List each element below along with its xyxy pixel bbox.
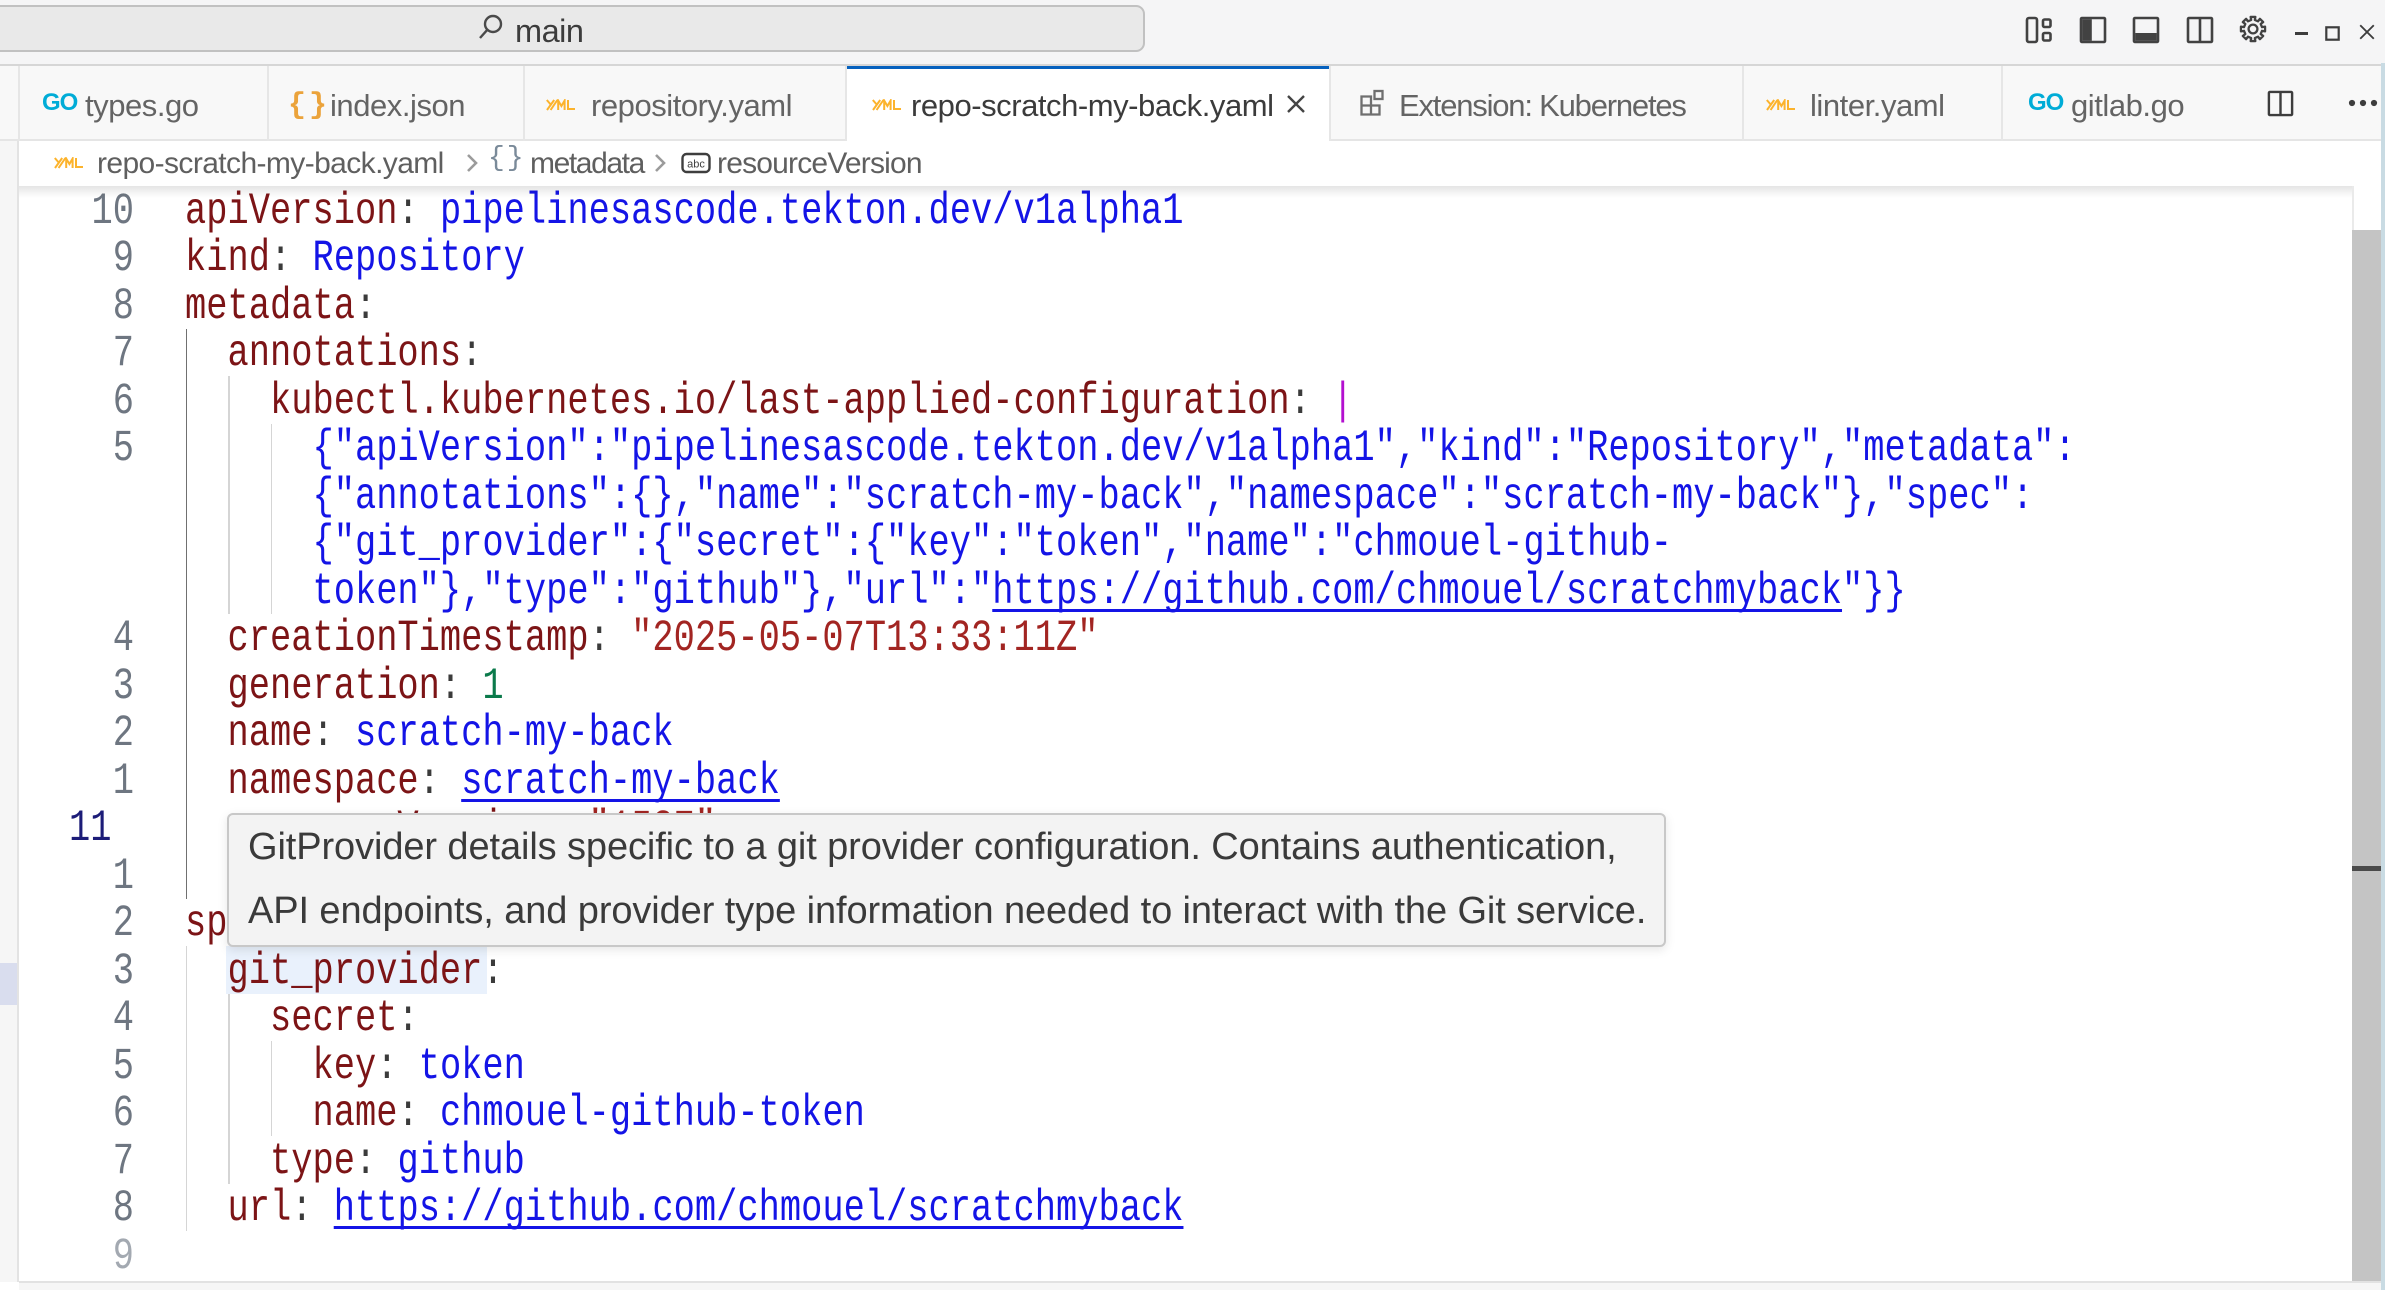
svg-text:abc: abc [687, 159, 705, 171]
